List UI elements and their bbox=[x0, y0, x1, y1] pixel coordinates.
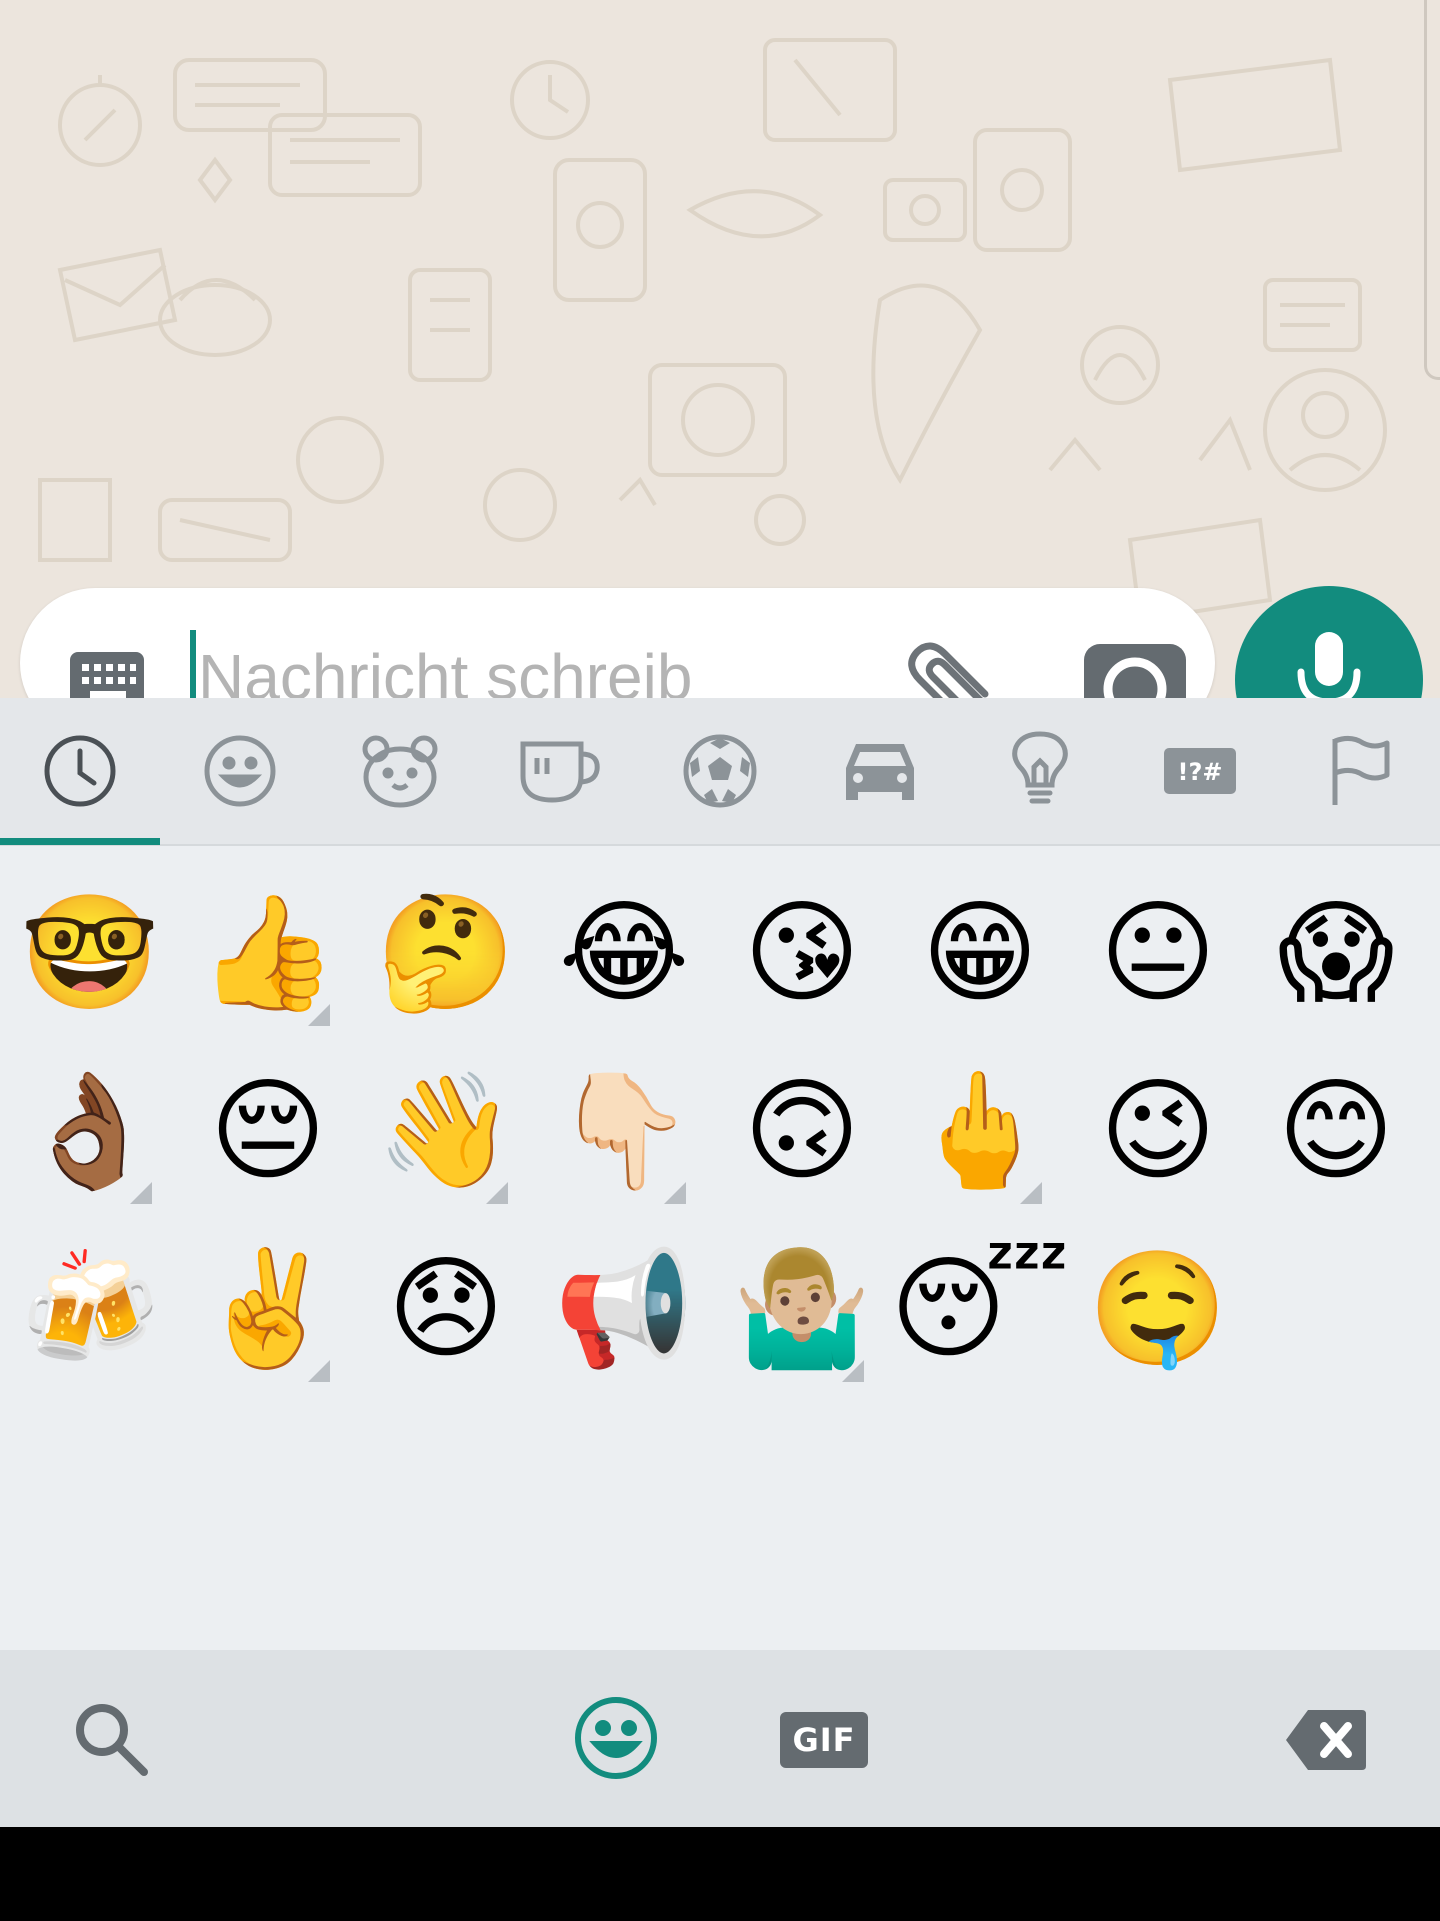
cup-icon bbox=[520, 741, 600, 803]
smiley-icon bbox=[204, 735, 276, 807]
emoji-key[interactable]: 👇🏻 bbox=[544, 1046, 704, 1216]
emoji-key[interactable]: 😁 bbox=[900, 868, 1060, 1038]
emoji-key[interactable]: 😞 bbox=[366, 1224, 526, 1394]
bear-icon bbox=[362, 735, 438, 808]
emoji-key[interactable]: 😉 bbox=[1078, 1046, 1238, 1216]
emoji-key[interactable]: 😊 bbox=[1256, 1046, 1416, 1216]
tab-flags[interactable] bbox=[1280, 698, 1440, 844]
skin-tone-indicator bbox=[130, 1182, 152, 1204]
emoji-key[interactable]: 👋 bbox=[366, 1046, 526, 1216]
emoji-key[interactable]: 😱 bbox=[1256, 868, 1416, 1038]
tab-objects[interactable] bbox=[960, 698, 1120, 844]
emoji-key[interactable]: 🤤 bbox=[1078, 1224, 1238, 1394]
tab-animals[interactable] bbox=[320, 698, 480, 844]
tab-travel[interactable] bbox=[800, 698, 960, 844]
search-icon[interactable] bbox=[70, 1698, 154, 1782]
emoji-key[interactable]: 😘 bbox=[722, 868, 882, 1038]
emoji-key[interactable]: 🤔 bbox=[366, 868, 526, 1038]
skin-tone-indicator bbox=[308, 1004, 330, 1026]
emoji-key[interactable]: 🙃 bbox=[722, 1046, 882, 1216]
emoji-bottom-bar: GIF bbox=[0, 1650, 1440, 1827]
skin-tone-indicator bbox=[842, 1360, 864, 1382]
tab-food[interactable] bbox=[480, 698, 640, 844]
emoji-key[interactable]: 📢 bbox=[544, 1224, 704, 1394]
recent-emoji-grid: 🤓 👍 🤔 😂 😘 😁 😐 😱 👌🏾 😔 👋 👇🏻 🙃 🖕 😉 😊 🍻 ✌️ 😞 📢 🤷🏼‍♂️ 😴 🤤 bbox=[0, 868, 1440, 1388]
emoji-key[interactable]: 🍻 bbox=[10, 1224, 170, 1394]
emoji-key[interactable]: 😔 bbox=[188, 1046, 348, 1216]
emoji-key[interactable]: ✌️ bbox=[188, 1224, 348, 1394]
skin-tone-indicator bbox=[664, 1182, 686, 1204]
symbols-icon: !?# bbox=[1164, 748, 1236, 794]
emoji-key[interactable]: 😂 bbox=[544, 868, 704, 1038]
emoji-key[interactable]: 🖕 bbox=[900, 1046, 1060, 1216]
tab-symbols[interactable]: !?# bbox=[1120, 698, 1280, 844]
emoji-key[interactable]: 🤓 bbox=[10, 868, 170, 1038]
message-bubble-edge bbox=[1424, 0, 1440, 380]
clock-icon bbox=[44, 735, 116, 807]
emoji-category-bar: !?# bbox=[0, 698, 1440, 846]
tab-recent[interactable] bbox=[0, 698, 160, 844]
emoji-key[interactable]: 👍 bbox=[188, 868, 348, 1038]
emoji-mode-button[interactable] bbox=[572, 1694, 660, 1782]
emoji-key[interactable]: 😴 bbox=[890, 1224, 1070, 1394]
system-navigation-area bbox=[0, 1827, 1440, 1921]
svg-text:!?#: !?# bbox=[1178, 758, 1223, 786]
backspace-icon[interactable] bbox=[1284, 1706, 1368, 1774]
skin-tone-indicator bbox=[1020, 1182, 1042, 1204]
smiley-icon bbox=[575, 1697, 657, 1779]
emoji-key[interactable]: 🤷🏼‍♂️ bbox=[722, 1224, 882, 1394]
tab-activities[interactable] bbox=[640, 698, 800, 844]
car-icon bbox=[846, 744, 914, 800]
emoji-key[interactable]: 😐 bbox=[1078, 868, 1238, 1038]
emoji-key[interactable]: 👌🏾 bbox=[10, 1046, 170, 1216]
flag-icon bbox=[1332, 735, 1390, 805]
skin-tone-indicator bbox=[308, 1360, 330, 1382]
tab-smileys[interactable] bbox=[160, 698, 320, 844]
skin-tone-indicator bbox=[486, 1182, 508, 1204]
gif-button[interactable]: GIF bbox=[780, 1712, 868, 1768]
selected-tab-indicator bbox=[0, 838, 160, 845]
soccer-ball-icon bbox=[683, 734, 757, 808]
lightbulb-icon bbox=[1012, 731, 1068, 804]
